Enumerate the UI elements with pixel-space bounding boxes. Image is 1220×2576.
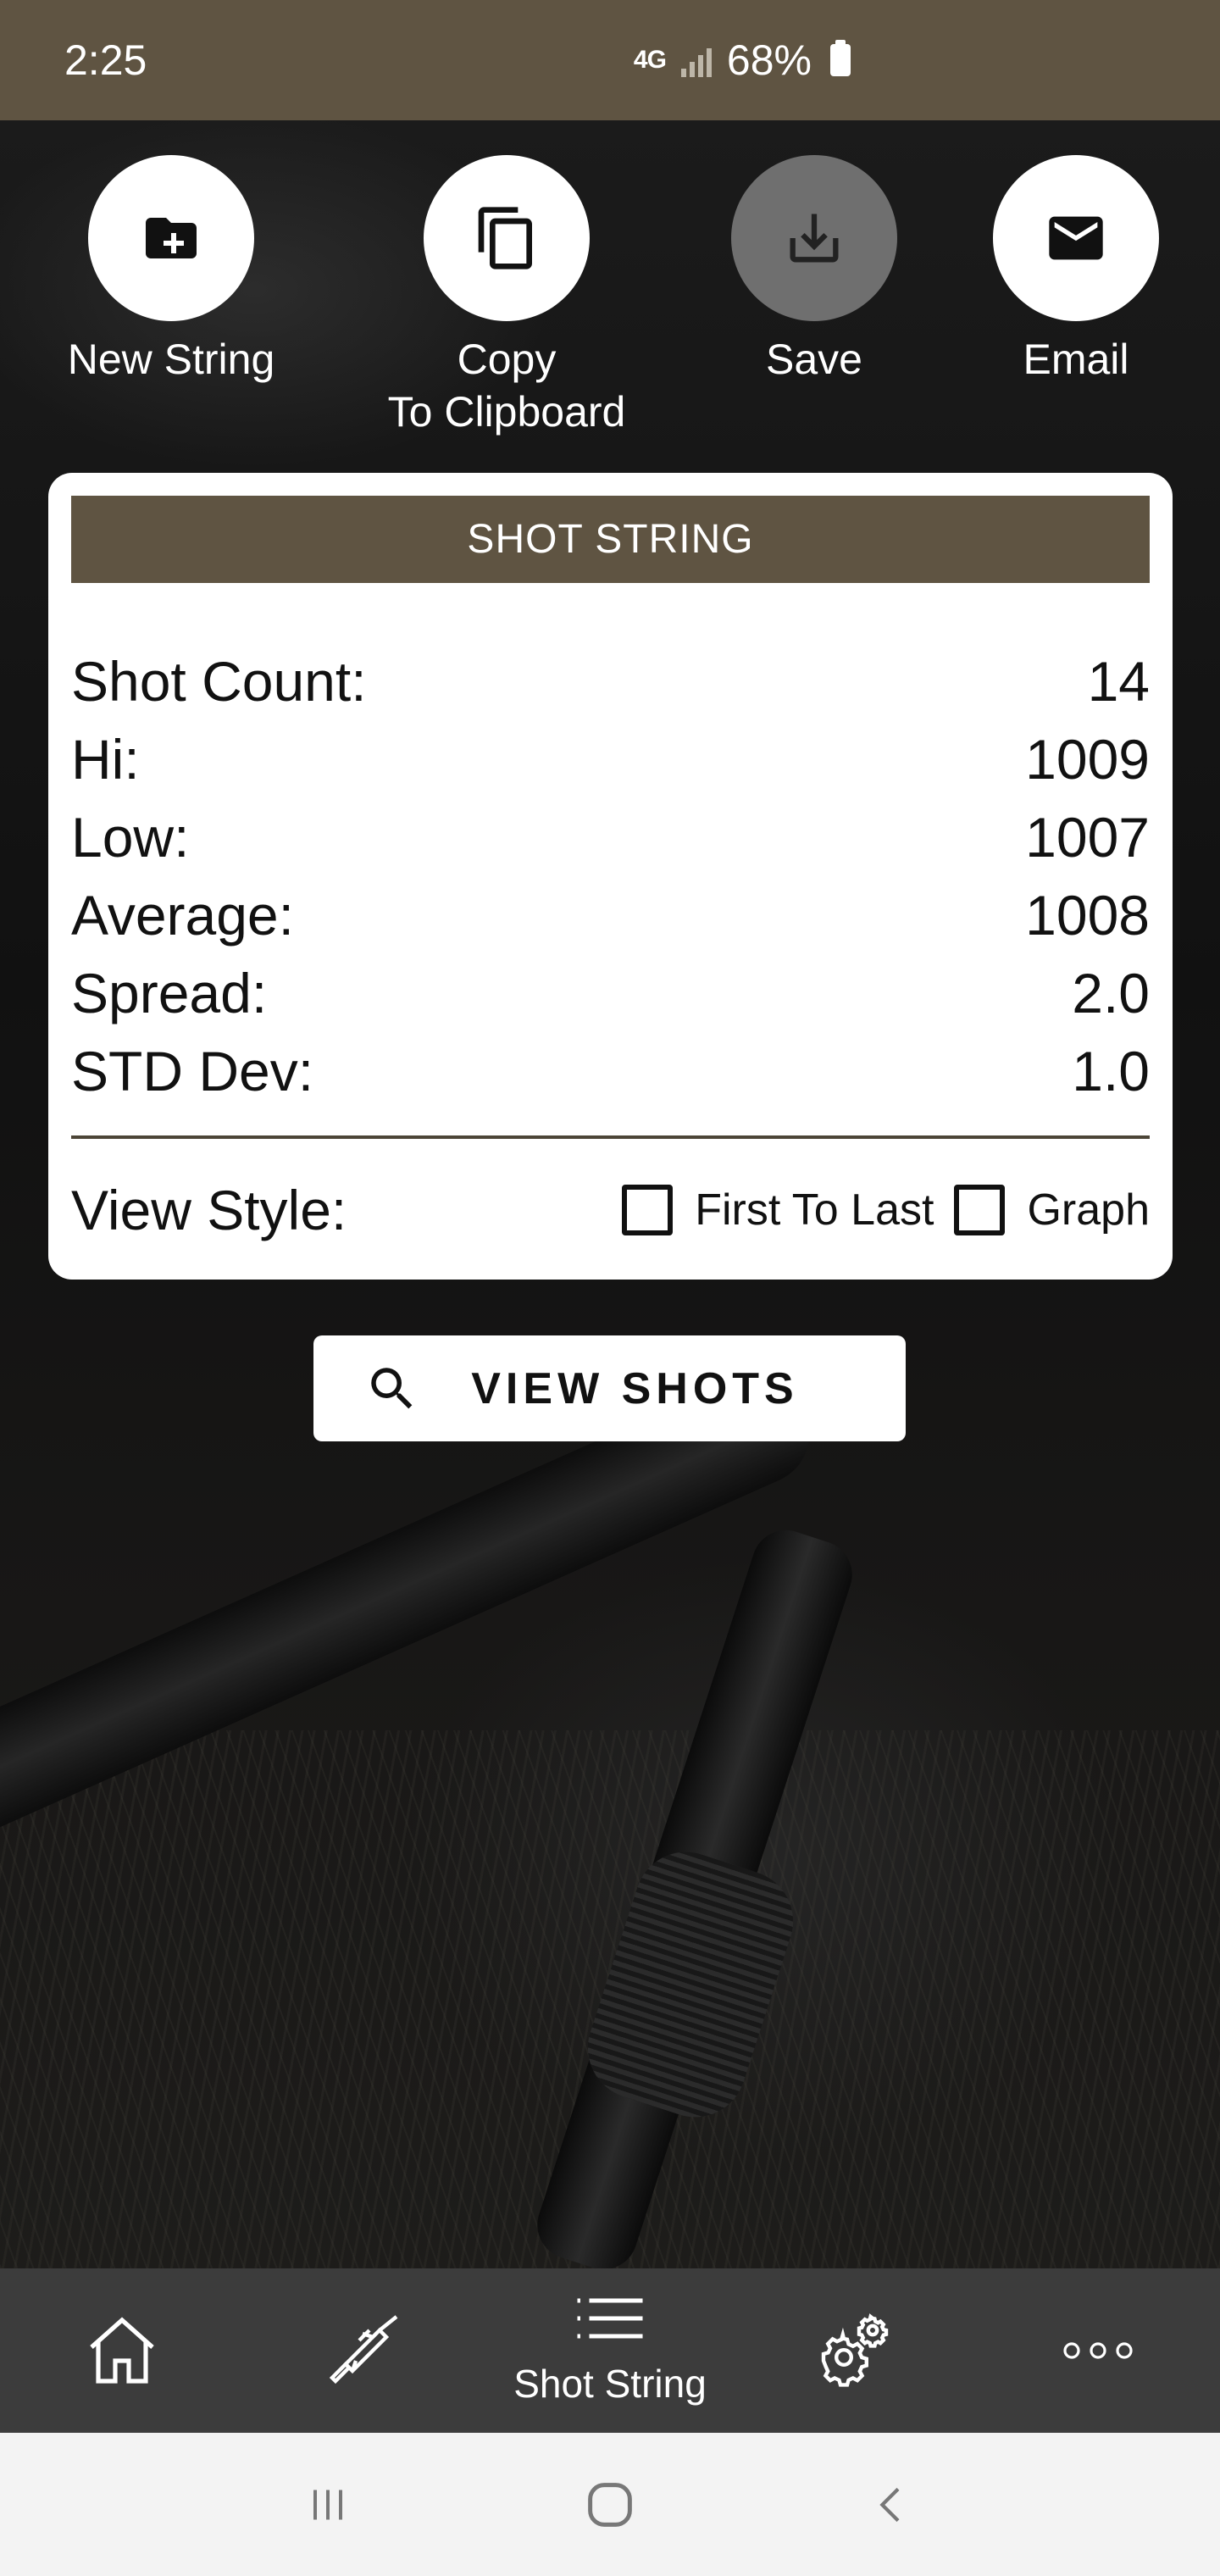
stat-average: Average: 1008 [71, 884, 1150, 947]
stat-hi: Hi: 1009 [71, 728, 1150, 791]
view-shots-button[interactable]: VIEW SHOTS [313, 1335, 906, 1441]
stats-list: Shot Count: 14 Hi: 1009 Low: 1007 Averag… [71, 642, 1150, 1110]
view-style-label: View Style: [71, 1179, 347, 1241]
download-icon [790, 214, 839, 263]
graph-checkbox[interactable] [954, 1185, 1006, 1235]
back-icon [879, 2487, 900, 2522]
rifle-icon [329, 2315, 398, 2384]
nav-shot-string-label: Shot String [513, 2362, 707, 2406]
action-bar: New String Copy To Clipboard Save Email [0, 155, 1220, 443]
battery-icon [830, 40, 851, 76]
back-button[interactable] [854, 2467, 930, 2543]
network-type: 4G [633, 46, 667, 74]
home-circle-icon [588, 2482, 632, 2527]
home-icon [90, 2317, 154, 2384]
view-shots-label: VIEW SHOTS [471, 1363, 799, 1413]
battery-percent: 68% [726, 36, 812, 84]
email-button[interactable]: Email [932, 155, 1220, 386]
save-button[interactable]: Save [670, 155, 958, 386]
nav-rifle[interactable] [244, 2268, 488, 2433]
graph-label: Graph [1027, 1185, 1150, 1235]
shot-string-card: SHOT STRING Shot Count: 14 Hi: 1009 Low:… [48, 473, 1173, 1280]
signal-icon [680, 43, 712, 77]
home-button[interactable] [572, 2467, 648, 2543]
email-label: Email [1023, 336, 1129, 383]
nav-settings[interactable] [732, 2268, 976, 2433]
stat-spread: Spread: 2.0 [71, 962, 1150, 1024]
search-icon [371, 1368, 413, 1409]
stat-low: Low: 1007 [71, 806, 1150, 869]
gear-icon [821, 2313, 889, 2387]
divider [71, 1135, 1150, 1139]
first-to-last-option[interactable]: First To Last [622, 1185, 934, 1235]
view-style-options: First To Last Graph [602, 1185, 1150, 1235]
status-time: 2:25 [64, 36, 147, 84]
copy-to-clipboard-button[interactable]: Copy To Clipboard [363, 155, 651, 438]
recent-apps-button[interactable] [290, 2467, 366, 2543]
new-string-label: New String [67, 336, 275, 383]
first-to-last-checkbox[interactable] [622, 1185, 674, 1235]
nav-shot-string[interactable]: Shot String [488, 2268, 732, 2433]
system-nav-bar [0, 2433, 1220, 2576]
folder-plus-icon [146, 218, 197, 258]
new-string-button[interactable]: New String [27, 155, 315, 386]
card-title: SHOT STRING [71, 496, 1150, 583]
copy-icon [478, 207, 532, 269]
list-icon [577, 2298, 643, 2339]
first-to-last-label: First To Last [695, 1185, 934, 1235]
status-bar: 2:25 4G 68% [0, 0, 1220, 120]
nav-more[interactable] [976, 2268, 1220, 2433]
bottom-nav: Shot String [0, 2268, 1220, 2433]
graph-option[interactable]: Graph [954, 1185, 1150, 1235]
mail-icon [1049, 216, 1103, 260]
nav-home[interactable] [0, 2268, 244, 2433]
copy-label: Copy To Clipboard [387, 336, 626, 436]
save-label: Save [766, 336, 862, 383]
more-icon [1063, 2342, 1133, 2359]
recent-apps-icon [313, 2490, 342, 2519]
stat-std-dev: STD Dev: 1.0 [71, 1040, 1150, 1102]
status-indicators: 4G 68% [634, 36, 1156, 85]
view-style-row: View Style: First To Last Graph [71, 1168, 1150, 1252]
stat-shot-count: Shot Count: 14 [71, 650, 1150, 713]
